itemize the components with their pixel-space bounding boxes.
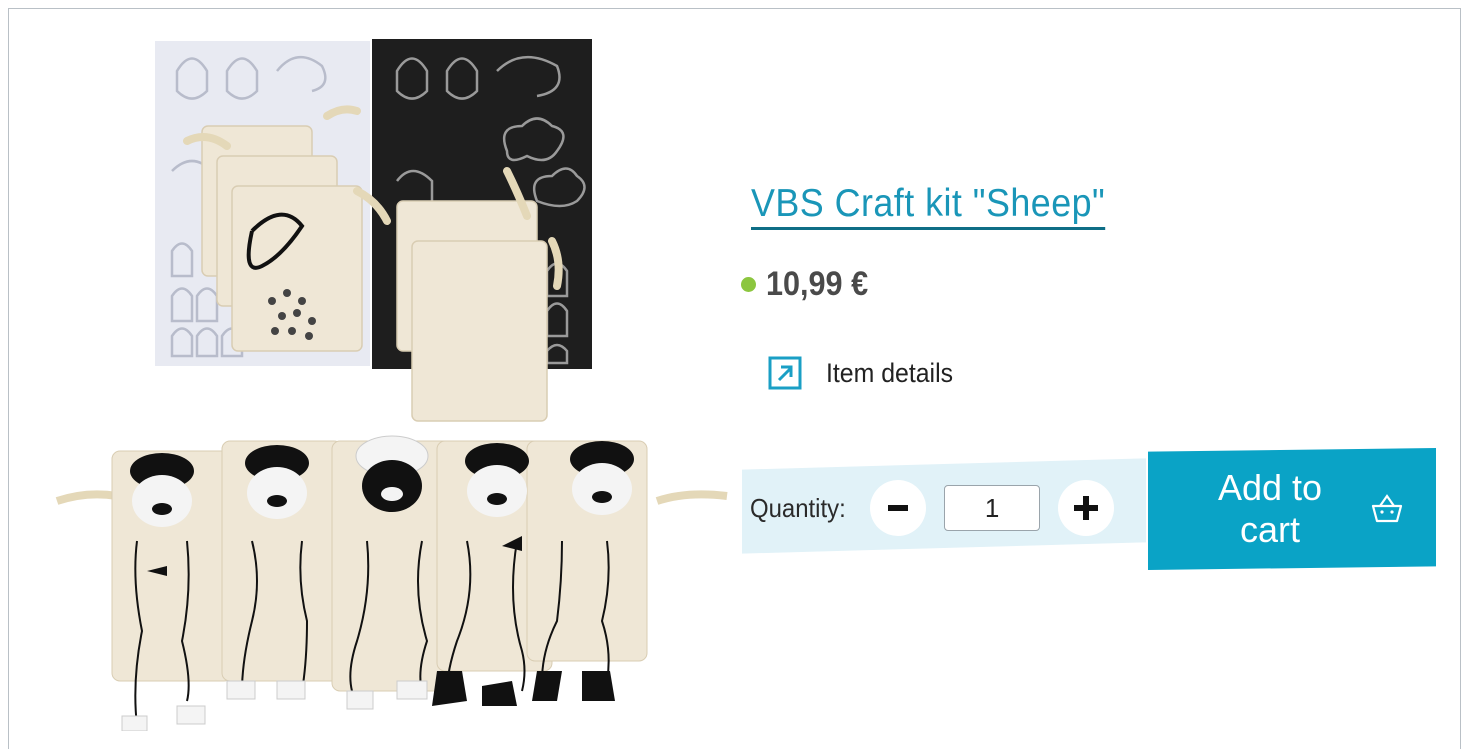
decrement-button[interactable] bbox=[870, 480, 927, 536]
product-title-link[interactable]: VBS Craft kit "Sheep" bbox=[751, 181, 1106, 230]
quantity-label: Quantity: bbox=[750, 492, 846, 523]
item-details-link[interactable]: Item details bbox=[768, 356, 964, 390]
increment-button[interactable] bbox=[1058, 480, 1115, 536]
availability-dot-icon bbox=[741, 276, 756, 292]
plus-icon bbox=[1074, 496, 1099, 520]
item-details-label: Item details bbox=[826, 357, 954, 388]
external-link-icon bbox=[768, 356, 802, 390]
product-image[interactable] bbox=[37, 31, 737, 731]
add-to-cart-button[interactable]: Add to cart bbox=[1148, 448, 1436, 570]
minus-icon bbox=[888, 505, 909, 511]
basket-icon bbox=[1371, 494, 1403, 523]
product-card: VBS Craft kit "Sheep" bbox=[8, 8, 1461, 749]
quantity-stepper: Quantity: bbox=[742, 468, 1146, 548]
quantity-input[interactable] bbox=[944, 485, 1041, 531]
price-row: 10,99 € bbox=[741, 262, 879, 306]
product-price: 10,99 € bbox=[766, 264, 869, 303]
add-to-cart-label: Add to cart bbox=[1217, 467, 1323, 550]
